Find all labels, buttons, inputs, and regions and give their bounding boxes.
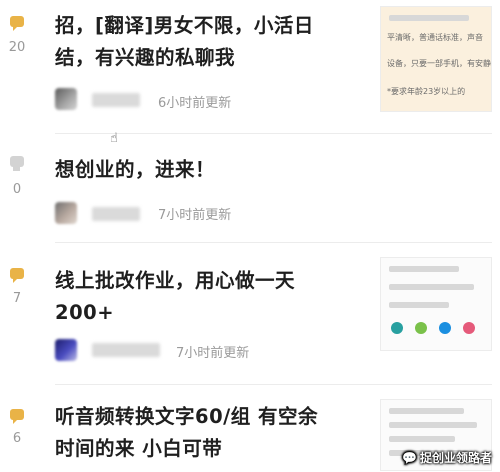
hand-cursor-icon: ☝ (110, 131, 118, 146)
post-title-line: 时间的来 小白可带 (55, 437, 223, 460)
thumbnail-text: *要求年龄23岁以上的 (387, 87, 466, 96)
reply-count: 6 (12, 431, 22, 446)
thumbnail-text: 设备，只要一部手机，有安静 (387, 59, 491, 68)
post-title-line: 招，[翻译]男女不限，小活日 (55, 14, 314, 37)
avatar[interactable] (55, 202, 77, 224)
thumbnail-text: 平清晰，普通话标准，声音 (387, 33, 483, 42)
post-thumbnail[interactable]: 平清晰，普通话标准，声音 设备，只要一部手机，有安静 *要求年龄23岁以上的 (380, 6, 492, 112)
reply-count: 0 (12, 182, 22, 197)
post-title[interactable]: 招，[翻译]男女不限，小活日 结，有兴趣的私聊我 (55, 10, 375, 74)
post-title-line: 200+ (55, 301, 115, 324)
post-feed: 20 招，[翻译]男女不限，小活日 结，有兴趣的私聊我 6小时前更新 平清晰，普… (0, 0, 500, 472)
post-title[interactable]: 听音频转换文字60/组 有空余 时间的来 小白可带 (55, 401, 375, 465)
username-blurred[interactable] (92, 207, 140, 221)
post-item[interactable]: 0 想创业的，进来！ 7小时前更新 (0, 134, 500, 254)
post-title[interactable]: 线上批改作业，用心做一天 200+ (55, 265, 375, 329)
post-item[interactable]: 20 招，[翻译]男女不限，小活日 结，有兴趣的私聊我 6小时前更新 平清晰，普… (0, 0, 500, 130)
reply-count: 20 (8, 40, 26, 55)
post-thumbnail[interactable] (380, 257, 492, 351)
post-title-line: 线上批改作业，用心做一天 (55, 269, 296, 292)
watermark: 💬 捉创业领路者 (402, 449, 492, 466)
reply-bubble-icon (10, 409, 24, 424)
post-title-line: 想创业的，进来！ (55, 158, 216, 181)
reply-bubble-icon (10, 156, 24, 171)
username-blurred[interactable] (92, 93, 140, 107)
update-time: 7小时前更新 (176, 346, 250, 361)
post-title-line: 结，有兴趣的私聊我 (55, 46, 236, 69)
update-time: 6小时前更新 (158, 96, 232, 111)
reply-count: 7 (12, 291, 22, 306)
reply-bubble-icon (10, 268, 24, 283)
watermark-text: 捉创业领路者 (419, 451, 492, 465)
post-item[interactable]: 7 线上批改作业，用心做一天 200+ 7小时前更新 (0, 243, 500, 378)
username-blurred[interactable] (92, 343, 160, 357)
avatar[interactable] (55, 88, 77, 110)
update-time: 7小时前更新 (158, 208, 232, 223)
post-title-line: 听音频转换文字60/组 有空余 (55, 405, 319, 428)
avatar[interactable] (55, 339, 77, 361)
post-title[interactable]: 想创业的，进来！ (55, 154, 375, 186)
reply-bubble-icon (10, 16, 24, 31)
wechat-bubble-icon: 💬 (402, 451, 417, 465)
